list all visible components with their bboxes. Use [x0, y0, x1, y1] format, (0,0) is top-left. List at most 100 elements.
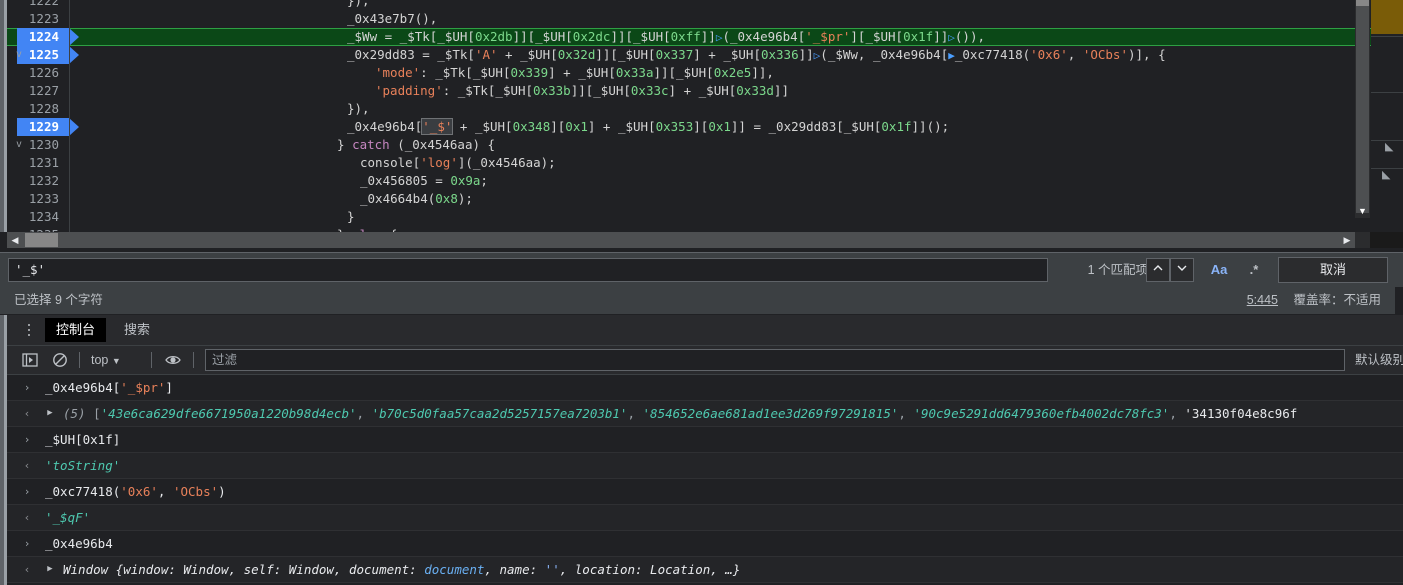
console-output-row[interactable]: ‹ ▶ Window {window: Window, self: Window, … — [7, 557, 1403, 583]
code-viewport[interactable]: 1222}); 1223 _0x43e7b7(), 1224 _$Ww = _$Tk[_… — [7, 0, 1379, 232]
console-output-row[interactable]: ‹ 'toString' — [7, 453, 1403, 479]
toolbar-divider — [79, 352, 80, 368]
drawer-left-resizer[interactable] — [0, 315, 4, 585]
editor-hscroll-thumb[interactable] — [25, 233, 58, 247]
code-line-text: _$Ww = _$Tk[_$UH[0x2db]][_$UH[0x2dc]][_$… — [347, 29, 985, 44]
gutter-divider — [69, 28, 70, 46]
console-input-row[interactable]: › _0x4e96b4 — [7, 531, 1403, 557]
console-input-row[interactable]: › _0x4e96b4['_$pr'] — [7, 375, 1403, 401]
find-input[interactable]: '_$' — [8, 258, 1048, 282]
tab-search[interactable]: 搜索 — [113, 318, 161, 342]
line-number[interactable]: 1233 — [7, 190, 69, 208]
overview-divider — [1371, 92, 1403, 93]
editor-horizontal-scrollbar[interactable] — [7, 232, 1355, 248]
code-line[interactable]: 1233 _0x4664b4(0x8); — [7, 190, 1379, 208]
line-number[interactable]: 1228 — [7, 100, 69, 118]
gutter-divider — [69, 154, 70, 172]
console-message-text: _0x4e96b4['_$pr'] — [45, 380, 173, 395]
code-line[interactable]: 1231 console['log'](_0x4546aa); — [7, 154, 1379, 172]
code-line-text: 'mode': _$Tk[_$UH[0x339] + _$UH[0x33a]][… — [375, 65, 774, 80]
expand-triangle-icon[interactable]: ▶ — [43, 557, 57, 582]
use-regex-toggle[interactable]: .* — [1240, 258, 1268, 282]
console-output-row[interactable]: ‹ '_$qF' — [7, 505, 1403, 531]
code-line-text: 'padding': _$Tk[_$UH[0x33b]][_$UH[0x33c]… — [375, 83, 789, 98]
line-number[interactable]: 1235 — [7, 226, 69, 232]
log-level-selector[interactable]: 默认级别 — [1355, 349, 1403, 371]
breakpoint-line-number[interactable]: 1229 — [7, 118, 69, 136]
console-message-text: '_$qF' — [45, 510, 91, 525]
code-line-text: } — [347, 209, 355, 224]
coverage-status: 覆盖率：不适用 — [1293, 293, 1381, 307]
scrollbar-corner — [1370, 232, 1403, 248]
code-line[interactable]: 1222}); — [7, 0, 1379, 10]
line-number[interactable]: 1231 — [7, 154, 69, 172]
scroll-left-icon[interactable]: ◀ — [7, 232, 23, 248]
breakpoint-line-number[interactable]: 1224 — [7, 28, 69, 46]
match-case-toggle[interactable]: Aa — [1205, 258, 1233, 282]
code-line[interactable]: 1225 v _0x29dd83 = _$Tk['A' + _$UH[0x32d]]… — [7, 46, 1379, 64]
execute-snippet-icon[interactable] — [21, 351, 39, 369]
console-message-text: 'toString' — [45, 458, 121, 473]
console-output-row[interactable]: ‹ ▶ (5) ['43e6ca629dfe6671950a1220b98d4ecb… — [7, 401, 1403, 427]
find-cancel-button[interactable]: 取消 — [1278, 257, 1388, 283]
console-filter-input[interactable]: 过滤 — [205, 349, 1345, 371]
console-input-row[interactable]: › _$UH[0x1f] — [7, 427, 1403, 453]
cursor-position[interactable]: 5:445 — [1247, 287, 1278, 314]
code-line[interactable]: 1227 'padding': _$Tk[_$UH[0x33b]][_$UH[0x… — [7, 82, 1379, 100]
clear-console-icon[interactable] — [51, 351, 69, 369]
live-expression-icon[interactable] — [163, 351, 183, 369]
code-line[interactable]: 1229 _0x4e96b4['_$' + _$UH[0x348][0x1] + … — [7, 118, 1379, 136]
gutter-divider — [69, 118, 70, 136]
gutter-divider — [69, 46, 70, 64]
code-line[interactable]: 1234} — [7, 208, 1379, 226]
tab-console[interactable]: 控制台 — [45, 318, 107, 342]
line-number[interactable]: 1223 — [7, 10, 69, 28]
gutter-divider — [69, 10, 70, 28]
fold-chevron-icon[interactable]: v — [13, 136, 25, 154]
line-number[interactable]: 1234 — [7, 208, 69, 226]
prompt-chevron-icon: › — [23, 433, 31, 446]
editor-status-bar: 已选择 9 个字符 5:445 覆盖率：不适用 — [0, 287, 1403, 315]
find-match-count: 1 个匹配项 — [1087, 263, 1148, 277]
gutter-divider — [69, 190, 70, 208]
overview-triangle-icon: ◣ — [1385, 141, 1394, 153]
console-message-text: _0xc77418('0x6', 'OCbs') — [45, 484, 226, 499]
result-chevron-icon: ‹ — [23, 459, 31, 472]
console-message-list[interactable]: › _0x4e96b4['_$pr'] ‹ ▶ (5) ['43e6ca629dfe66… — [7, 375, 1403, 585]
fold-chevron-icon[interactable]: v — [13, 46, 25, 64]
gutter-divider — [69, 172, 70, 190]
line-number[interactable]: 1222 — [7, 0, 69, 10]
chevron-up-icon — [1153, 265, 1163, 271]
line-number[interactable]: 1232 — [7, 172, 69, 190]
result-chevron-icon: ‹ — [23, 511, 31, 524]
code-line[interactable]: 1230 v} catch (_0x4546aa) { — [7, 136, 1379, 154]
line-number[interactable]: 1227 — [7, 82, 69, 100]
code-line[interactable]: 1228}), — [7, 100, 1379, 118]
editor-vscroll-track[interactable] — [1356, 6, 1369, 213]
editor-left-resizer[interactable] — [0, 0, 4, 232]
more-options-icon[interactable] — [21, 321, 37, 339]
code-line[interactable]: 1232 _0x456805 = 0x9a; — [7, 172, 1379, 190]
gutter-divider — [69, 226, 70, 232]
expand-triangle-icon[interactable]: ▶ — [43, 401, 57, 426]
editor-find-bar: '_$' 1 个匹配项 Aa .* 取消 — [0, 252, 1403, 288]
code-line[interactable]: 1223 _0x43e7b7(), — [7, 10, 1379, 28]
find-previous-button[interactable] — [1146, 258, 1170, 282]
prompt-chevron-icon: › — [23, 485, 31, 498]
scroll-down-icon[interactable]: ▼ — [1356, 205, 1369, 218]
find-next-button[interactable] — [1170, 258, 1194, 282]
execution-context-selector[interactable]: top ▼ — [91, 351, 121, 369]
selection-status: 已选择 9 个字符 — [14, 293, 103, 307]
code-line-text: _0x4e96b4['_$' + _$UH[0x348][0x1] + _$UH… — [347, 118, 950, 135]
overview-triangle-icon: ◣ — [1382, 169, 1391, 181]
prompt-chevron-icon: › — [23, 537, 31, 550]
console-input-row[interactable]: › _0xc77418('0x6', 'OCbs') — [7, 479, 1403, 505]
editor-overview-ruler[interactable]: ◣ ◣ — [1371, 0, 1403, 232]
drawer-tab-bar: 控制台 搜索 — [7, 315, 1403, 346]
gutter-divider — [69, 0, 70, 10]
gutter-divider — [69, 82, 70, 100]
code-line[interactable]: 1224 _$Ww = _$Tk[_$UH[0x2db]][_$UH[0x2dc]… — [7, 28, 1379, 46]
scroll-right-icon[interactable]: ▶ — [1339, 232, 1355, 248]
line-number[interactable]: 1226 — [7, 64, 69, 82]
code-line[interactable]: 1226 'mode': _$Tk[_$UH[0x339] + _$UH[0x33… — [7, 64, 1379, 82]
